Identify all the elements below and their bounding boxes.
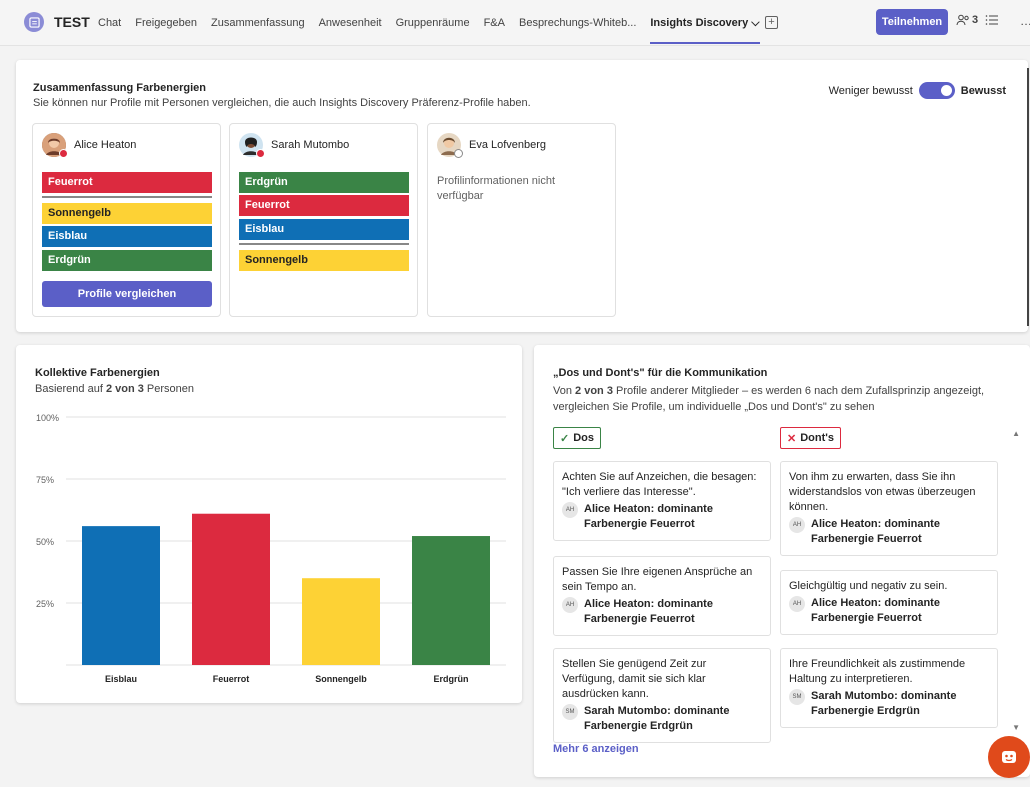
avatar-initials: AH bbox=[789, 596, 805, 612]
donts-item: Ihre Freundlichkeit als zustimmende Halt… bbox=[780, 648, 998, 728]
tab-breakout-rooms[interactable]: Gruppenräume bbox=[396, 17, 470, 30]
awareness-toggle[interactable]: Weniger bewusst Bewusst bbox=[829, 82, 1006, 99]
avatar-initials: SM bbox=[789, 689, 805, 705]
y-tick-label: 50% bbox=[36, 537, 54, 547]
avatar-initials: AH bbox=[562, 597, 578, 613]
dos-tag: ✓ Dos bbox=[553, 427, 601, 449]
x-icon: ✕ bbox=[787, 432, 797, 445]
status-offline-icon bbox=[454, 149, 463, 158]
bot-icon bbox=[1002, 751, 1016, 763]
color-energy-summary-card: Zusammenfassung Farbenergien Sie können … bbox=[16, 60, 1028, 332]
dos-item: Stellen Sie genügend Zeit zur Verfügung,… bbox=[553, 648, 771, 743]
tab-bar: Chat Freigegeben Zusammenfassung Anwesen… bbox=[98, 17, 760, 44]
avatar-initials: AH bbox=[562, 502, 578, 518]
dos-title: „Dos und Dont's" für die Kommunikation bbox=[553, 367, 768, 379]
avatar-initials: AH bbox=[789, 517, 805, 533]
collective-bar-chart: 25% 50% 75% 100% Eisblau Feuerrot Sonnengelb Er… bbox=[36, 413, 506, 684]
scrollbar[interactable] bbox=[1027, 68, 1029, 326]
summary-subtitle: Sie können nur Profile mit Personen verg… bbox=[33, 97, 531, 109]
show-more-link[interactable]: Mehr 6 anzeigen bbox=[553, 743, 639, 755]
summary-title: Zusammenfassung Farbenergien bbox=[33, 82, 206, 94]
tab-qa[interactable]: F&A bbox=[484, 17, 505, 30]
person-name: Eva Lofvenberg bbox=[469, 139, 547, 151]
energy-bar-erdgruen: Erdgrün bbox=[42, 250, 212, 271]
scroll-down-icon[interactable]: ▼ bbox=[1012, 723, 1020, 732]
collective-energies-card: Kollektive Farbenergien Basierend auf 2 … bbox=[16, 345, 522, 703]
bar-erdgrün bbox=[412, 536, 490, 665]
profile-card-alice: Alice Heaton Feuerrot Sonnengelb Eisblau… bbox=[32, 123, 221, 317]
dos-item: Achten Sie auf Anzeichen, die besagen: "… bbox=[553, 461, 771, 541]
status-busy-icon bbox=[59, 149, 68, 158]
energy-bar-feuerrot: Feuerrot bbox=[42, 172, 212, 193]
bar-sonnengelb bbox=[302, 578, 380, 665]
toggle-label-left: Weniger bewusst bbox=[828, 84, 913, 97]
add-tab-icon[interactable]: + bbox=[765, 16, 778, 29]
participant-count: 3 bbox=[972, 14, 979, 26]
status-busy-icon bbox=[256, 149, 265, 158]
tab-whiteboard[interactable]: Besprechungs-Whiteb... bbox=[519, 17, 636, 30]
profile-card-eva: Eva Lofvenberg Profilinformationen nicht… bbox=[427, 123, 616, 317]
x-tick-label: Feuerrot bbox=[213, 674, 250, 684]
y-tick-label: 25% bbox=[36, 599, 54, 609]
join-button[interactable]: Teilnehmen bbox=[876, 9, 948, 35]
x-tick-label: Erdgrün bbox=[434, 674, 469, 684]
check-icon: ✓ bbox=[560, 432, 570, 445]
people-icon bbox=[956, 14, 969, 26]
dos-donts-card: „Dos und Dont's" für die Kommunikation V… bbox=[534, 345, 1030, 777]
energy-bar-erdgruen: Erdgrün bbox=[239, 172, 409, 193]
more-options-icon[interactable]: … bbox=[1020, 14, 1030, 28]
avatar bbox=[239, 133, 265, 158]
y-tick-label: 100% bbox=[36, 413, 59, 423]
toggle-label-right: Bewusst bbox=[960, 84, 1006, 97]
tab-summary[interactable]: Zusammenfassung bbox=[211, 17, 305, 30]
donts-item: Gleichgültig und negativ zu sein. AH Alic… bbox=[780, 570, 998, 635]
scroll-up-icon[interactable]: ▲ bbox=[1012, 429, 1020, 438]
tab-shared[interactable]: Freigegeben bbox=[135, 17, 197, 30]
bar-feuerrot bbox=[192, 513, 270, 665]
tab-chat[interactable]: Chat bbox=[98, 17, 121, 30]
energy-bar-feuerrot: Feuerrot bbox=[239, 195, 409, 216]
participants-button[interactable]: 3 bbox=[956, 14, 978, 26]
x-tick-label: Sonnengelb bbox=[315, 674, 367, 684]
avatar bbox=[42, 133, 68, 158]
bar-eisblau bbox=[82, 526, 160, 665]
profile-unavailable-text: Profilinformationen nicht verfügbar bbox=[437, 175, 556, 202]
energy-bar-eisblau: Eisblau bbox=[42, 226, 212, 247]
x-tick-label: Eisblau bbox=[105, 674, 137, 684]
energy-bar-sonnengelb: Sonnengelb bbox=[239, 250, 409, 271]
energy-bar-sonnengelb: Sonnengelb bbox=[42, 203, 212, 224]
compare-profiles-button[interactable]: Profile vergleichen bbox=[42, 281, 212, 307]
tab-attendance[interactable]: Anwesenheit bbox=[319, 17, 382, 30]
profile-card-sarah: Sarah Mutombo Erdgrün Feuerrot Eisblau S… bbox=[229, 123, 418, 317]
dos-item: Passen Sie Ihre eigenen Ansprüche an sei… bbox=[553, 556, 771, 636]
person-name: Sarah Mutombo bbox=[271, 139, 350, 151]
list-icon[interactable] bbox=[985, 14, 999, 26]
meeting-header: TEST Chat Freigegeben Zusammenfassung An… bbox=[0, 0, 1030, 46]
toggle-switch[interactable] bbox=[918, 82, 955, 99]
dos-description: Von 2 von 3 Profile anderer Mitglieder –… bbox=[553, 385, 985, 413]
chatbot-button[interactable] bbox=[988, 736, 1030, 778]
divider bbox=[42, 196, 212, 198]
y-tick-label: 75% bbox=[36, 475, 54, 485]
meeting-title: TEST bbox=[54, 14, 90, 30]
meeting-icon bbox=[24, 12, 44, 32]
donts-item: Von ihm zu erwarten, dass Sie ihn widers… bbox=[780, 461, 998, 556]
tab-insights-discovery[interactable]: Insights Discovery ⌵ bbox=[650, 17, 760, 44]
avatar-initials: SM bbox=[562, 704, 578, 720]
avatar bbox=[437, 133, 463, 158]
person-name: Alice Heaton bbox=[74, 139, 137, 151]
donts-tag: ✕ Dont's bbox=[780, 427, 841, 449]
divider bbox=[239, 243, 409, 245]
energy-bar-eisblau: Eisblau bbox=[239, 219, 409, 240]
